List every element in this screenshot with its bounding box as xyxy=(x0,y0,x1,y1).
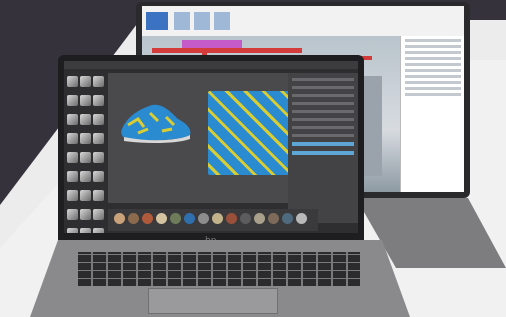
material-thumbnail xyxy=(67,114,78,125)
material-swatch xyxy=(142,213,153,224)
material-swatch xyxy=(226,213,237,224)
ribbon-button-icon xyxy=(214,12,230,30)
material-swatch-bar xyxy=(108,209,318,231)
panel-line xyxy=(405,69,461,72)
red-pipe xyxy=(152,48,302,53)
material-thumbnail xyxy=(93,209,104,220)
material-swatch xyxy=(212,213,223,224)
material-thumbnail xyxy=(67,95,78,106)
fabric-texture-preview xyxy=(208,91,290,175)
property-row xyxy=(292,86,354,89)
property-slider xyxy=(292,142,354,146)
material-thumbnail xyxy=(93,190,104,201)
material-thumbnail xyxy=(67,76,78,87)
keyboard-rows xyxy=(78,252,360,286)
material-thumbnail xyxy=(80,228,91,233)
material-library xyxy=(66,73,106,233)
material-thumbnail xyxy=(67,133,78,144)
panel-line xyxy=(405,75,461,78)
material-swatch xyxy=(184,213,195,224)
touchpad xyxy=(148,288,278,314)
material-swatch xyxy=(114,213,125,224)
material-thumbnail xyxy=(93,95,104,106)
ribbon-button-icon xyxy=(194,12,210,30)
panel-line xyxy=(405,39,461,42)
3d-shoe-viewport xyxy=(108,73,308,203)
material-thumbnail xyxy=(93,114,104,125)
cad-ribbon-toolbar xyxy=(142,6,464,37)
panel-line xyxy=(405,81,461,84)
material-thumbnail xyxy=(93,152,104,163)
ribbon-button-icon xyxy=(174,12,190,30)
property-row xyxy=(292,102,354,105)
front-laptop-screen xyxy=(64,61,358,233)
properties-panel xyxy=(288,73,358,223)
material-swatch xyxy=(282,213,293,224)
product-photo: hp xyxy=(0,0,506,317)
material-thumbnail xyxy=(80,190,91,201)
material-swatch xyxy=(254,213,265,224)
material-swatch xyxy=(240,213,251,224)
material-thumbnail xyxy=(67,209,78,220)
panel-line xyxy=(405,57,461,60)
material-thumbnail xyxy=(80,152,91,163)
property-row xyxy=(292,134,354,137)
panel-line xyxy=(405,63,461,66)
material-thumbnail xyxy=(67,171,78,182)
property-row xyxy=(292,126,354,129)
material-thumbnail xyxy=(80,76,91,87)
material-thumbnail xyxy=(80,114,91,125)
panel-line xyxy=(405,45,461,48)
material-thumbnail xyxy=(67,228,78,233)
material-swatch xyxy=(156,213,167,224)
app-titlebar xyxy=(64,61,358,69)
property-row xyxy=(292,118,354,121)
material-thumbnail xyxy=(80,133,91,144)
sneaker-model xyxy=(121,104,191,144)
material-swatch xyxy=(170,213,181,224)
material-swatch xyxy=(296,213,307,224)
material-thumbnail xyxy=(67,190,78,201)
material-swatch xyxy=(198,213,209,224)
material-thumbnail xyxy=(80,95,91,106)
material-thumbnail xyxy=(67,152,78,163)
material-swatch xyxy=(128,213,139,224)
material-thumbnail xyxy=(93,76,104,87)
material-thumbnail xyxy=(80,171,91,182)
panel-line xyxy=(405,87,461,90)
panel-line xyxy=(405,51,461,54)
property-row xyxy=(292,78,354,81)
material-thumbnail xyxy=(93,228,104,233)
property-row xyxy=(292,110,354,113)
property-slider xyxy=(292,151,354,155)
properties-panel xyxy=(400,36,464,192)
property-row xyxy=(292,94,354,97)
magenta-duct xyxy=(182,40,242,48)
material-swatch xyxy=(268,213,279,224)
panel-line xyxy=(405,93,461,96)
material-thumbnail xyxy=(93,133,104,144)
material-thumbnail xyxy=(80,209,91,220)
ribbon-button-icon xyxy=(146,12,168,30)
material-thumbnail xyxy=(93,171,104,182)
